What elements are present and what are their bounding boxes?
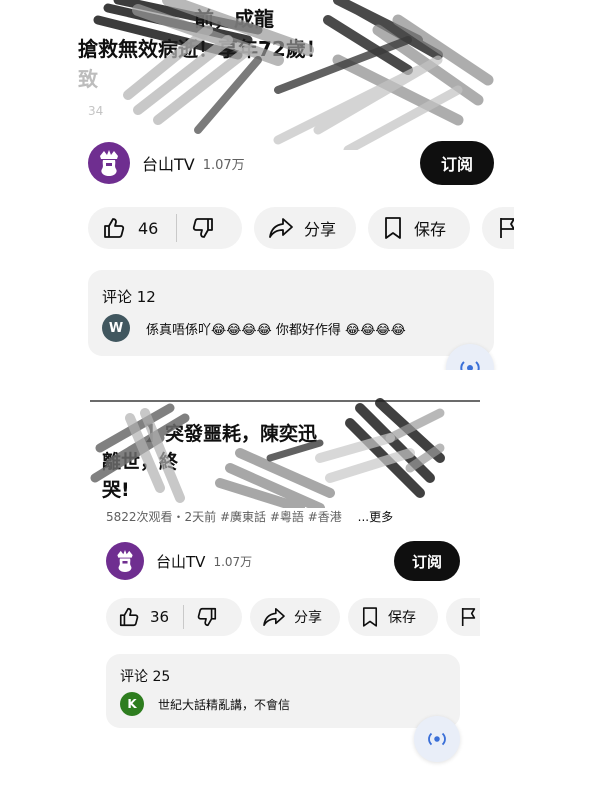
like-divider (176, 214, 178, 242)
like-divider (183, 605, 185, 629)
video-title-line-2[interactable]: 離世，終 (102, 450, 178, 475)
floating-action-button[interactable] (414, 716, 460, 762)
more-link[interactable]: ...更多 (358, 510, 393, 524)
bookmark-icon (385, 217, 401, 239)
video-title-line-2[interactable]: 搶救無效病逝！享年72歲！ (78, 36, 326, 62)
channel-avatar[interactable] (106, 542, 144, 580)
like-dislike-pill: 36 (106, 598, 242, 636)
flag-icon (461, 608, 476, 626)
comment-preview[interactable]: W 係真唔係吖😂😂😂😂 你都好作得 😂😂😂😂 (102, 314, 406, 342)
share-button[interactable]: 分享 (254, 207, 356, 249)
progress-line (90, 400, 480, 402)
video-card-2: 】突發噩耗，陳奕迅 離世，終 哭! 5822次观看・2天前 #廣東話 #粵語 #… (90, 398, 480, 800)
crown-avatar-icon (117, 550, 133, 572)
floating-action-icon (428, 732, 446, 746)
video-meta: 34 (88, 104, 104, 118)
video-meta: 5822次观看・2天前 #廣東話 #粵語 #香港 ...更多 (106, 508, 393, 525)
thumbs-down-icon[interactable] (196, 606, 218, 628)
like-dislike-pill: 46 (88, 207, 242, 249)
like-count: 46 (138, 218, 159, 238)
save-label: 保存 (414, 220, 447, 239)
floating-action-icon (460, 361, 480, 370)
crown-avatar-icon (100, 150, 118, 176)
comment-text: 世紀大話精亂講，不會信 (158, 697, 291, 712)
thumbs-down-icon[interactable] (191, 216, 215, 240)
save-button[interactable]: 保存 (368, 207, 470, 249)
share-label: 分享 (304, 220, 337, 239)
video-title-line-3[interactable]: 致 (78, 66, 98, 92)
video-card-1: 前，成龍 搶救無效病逝！享年72歲！ 致 34 台山TV 1.07万 订阅 46… (78, 0, 514, 370)
commenter-avatar[interactable]: W (102, 314, 130, 342)
channel-row[interactable]: 台山TV 1.07万 (106, 542, 252, 580)
video-title[interactable]: 】突發噩耗，陳奕迅 (146, 422, 317, 447)
save-label: 保存 (388, 610, 416, 626)
video-title-line-3[interactable]: 哭! (102, 478, 130, 503)
report-button[interactable] (482, 207, 514, 249)
channel-name[interactable]: 台山TV (142, 151, 195, 175)
commenter-avatar[interactable]: K (120, 692, 144, 716)
channel-row[interactable]: 台山TV 1.07万 (88, 142, 245, 184)
channel-name[interactable]: 台山TV (156, 551, 205, 572)
subscribe-button[interactable]: 订阅 (420, 141, 494, 185)
subscriber-count: 1.07万 (213, 554, 253, 569)
video-title[interactable]: 前，成龍 (194, 6, 274, 32)
save-button[interactable]: 保存 (348, 598, 438, 636)
share-arrow-icon (269, 218, 293, 238)
video-meta-text: 5822次观看・2天前 #廣東話 #粵語 #香港 (106, 510, 342, 524)
comment-preview[interactable]: K 世紀大話精亂講，不會信 (120, 692, 290, 716)
like-count: 36 (150, 608, 170, 626)
subscribe-button[interactable]: 订阅 (394, 541, 460, 581)
bookmark-icon (362, 607, 378, 627)
subscriber-count: 1.07万 (202, 157, 245, 173)
channel-avatar[interactable] (88, 142, 130, 184)
report-button[interactable] (446, 598, 480, 636)
share-label: 分享 (294, 610, 322, 626)
share-button[interactable]: 分享 (250, 598, 340, 636)
comments-section[interactable]: 评论 12 W 係真唔係吖😂😂😂😂 你都好作得 😂😂😂😂 (88, 270, 494, 356)
comments-header: 评论 12 (102, 288, 156, 306)
redaction-scribble (93, 0, 494, 150)
comments-header: 评论 25 (120, 669, 171, 685)
thumbs-up-icon[interactable] (102, 216, 126, 240)
flag-icon (500, 218, 514, 238)
thumbs-up-icon[interactable] (118, 606, 140, 628)
comments-section[interactable]: 评论 25 K 世紀大話精亂講，不會信 (106, 654, 460, 728)
share-arrow-icon (263, 608, 285, 626)
comment-text: 係真唔係吖😂😂😂😂 你都好作得 😂😂😂😂 (146, 322, 406, 338)
